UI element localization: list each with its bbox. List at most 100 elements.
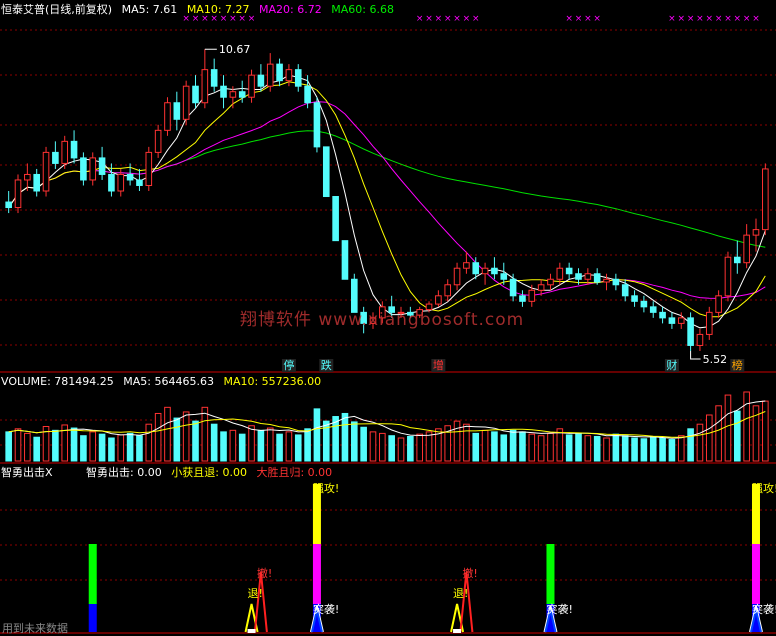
volume-bar xyxy=(425,431,433,462)
event-marker-1: 跌 xyxy=(321,358,332,372)
volume-bar xyxy=(762,400,769,462)
volume-bar xyxy=(257,429,265,462)
candle-body xyxy=(743,234,750,264)
volume-bar xyxy=(715,405,722,462)
volume-bar xyxy=(519,431,526,462)
volume-bar xyxy=(126,432,134,462)
signal-bar xyxy=(88,604,97,632)
signal-label: 退! xyxy=(453,587,468,600)
limit-marker: × xyxy=(593,14,601,24)
volume-bar xyxy=(416,433,423,462)
indicator-value-3: 大胜且归: 0.00 xyxy=(256,466,333,479)
stock-title: 恒泰艾普(日线,前复权) xyxy=(1,3,113,16)
signal-label: 强攻! xyxy=(313,481,339,495)
volume-bar xyxy=(341,412,349,462)
volume-ma5-value: MA5: 564465.63 xyxy=(123,375,214,388)
candle-body xyxy=(528,289,536,302)
candle-body xyxy=(136,179,143,186)
signal-bar xyxy=(751,544,760,604)
signal-label: 突袭! xyxy=(752,602,776,616)
signal-bar xyxy=(546,544,555,604)
candle-body xyxy=(98,157,106,175)
limit-marker: × xyxy=(752,14,760,24)
candle-body xyxy=(640,300,648,308)
volume-bar xyxy=(117,434,125,462)
candle-body xyxy=(603,278,610,283)
limit-marker: × xyxy=(715,14,723,24)
indicator-value-2: 小获且退: 0.00 xyxy=(171,466,247,479)
candle-body xyxy=(24,173,31,181)
candle-body xyxy=(724,256,732,297)
limit-marker: × xyxy=(453,14,461,24)
candle-body xyxy=(220,85,227,98)
volume-bar xyxy=(734,410,741,462)
volume-bar xyxy=(547,432,554,462)
volume-bar xyxy=(397,437,405,462)
volume-bar xyxy=(108,437,115,462)
candle-body xyxy=(89,157,97,181)
volume-bar xyxy=(52,429,59,462)
signal-label: 退! xyxy=(248,587,263,600)
volume-bar xyxy=(145,423,153,462)
volume-bar xyxy=(556,428,564,462)
candle-body xyxy=(276,63,283,82)
candle-body xyxy=(117,173,125,192)
limit-marker: × xyxy=(575,14,583,24)
volume-bar xyxy=(276,433,283,462)
limit-marker: × xyxy=(696,14,704,24)
volume-bar xyxy=(70,427,78,462)
volume-bar xyxy=(351,421,358,462)
volume-bar xyxy=(584,435,592,462)
candle-body xyxy=(668,317,676,324)
volume-bar xyxy=(537,435,545,462)
volume-bar xyxy=(369,431,377,462)
volume-bar xyxy=(603,437,610,462)
limit-marker: × xyxy=(565,14,573,24)
candle-body xyxy=(80,157,87,181)
candle-body xyxy=(705,311,713,335)
candle-body xyxy=(238,91,246,98)
limit-marker: × xyxy=(668,14,676,24)
volume-bar xyxy=(201,406,209,462)
candle-body xyxy=(659,311,666,319)
volume-bar xyxy=(621,435,629,462)
ma5-value: MA5: 7.61 xyxy=(121,3,178,16)
volume-header: VOLUME: 781494.25 MA5: 564465.63 MA10: 5… xyxy=(1,375,327,389)
candle-body xyxy=(341,240,349,280)
volume-bar xyxy=(294,434,302,462)
signal-bar xyxy=(88,544,97,604)
volume-bar xyxy=(238,433,246,462)
ma60-value: MA60: 6.68 xyxy=(331,3,394,16)
volume-bar xyxy=(659,437,666,462)
limit-marker: × xyxy=(425,14,433,24)
candle-body xyxy=(61,140,69,164)
volume-bar xyxy=(24,432,31,462)
volume-bar xyxy=(173,417,181,462)
volume-bar xyxy=(743,391,750,462)
indicator-name: 智勇出击X xyxy=(1,466,53,479)
volume-bar xyxy=(453,420,461,462)
volume-bar xyxy=(724,394,732,462)
candle-body xyxy=(108,173,115,192)
volume-bar xyxy=(407,435,414,462)
volume-bar xyxy=(481,429,489,462)
limit-marker: × xyxy=(472,14,480,24)
candle-body xyxy=(649,306,657,313)
event-marker-4: 榜 xyxy=(732,358,743,372)
volume-bar xyxy=(509,429,517,462)
limit-marker: × xyxy=(734,14,742,24)
limit-marker: × xyxy=(706,14,714,24)
candle-body xyxy=(304,85,311,104)
volume-bar xyxy=(612,433,620,462)
volume-bar xyxy=(5,431,12,462)
price-header: 恒泰艾普(日线,前复权) MA5: 7.61 MA10: 7.27 MA20: … xyxy=(1,3,400,17)
candle-body xyxy=(547,278,554,286)
volume-bar xyxy=(668,439,676,462)
limit-marker: × xyxy=(463,14,471,24)
candle-body xyxy=(257,74,265,87)
volume-bar xyxy=(472,432,480,462)
volume-bar xyxy=(360,426,367,462)
candle-body xyxy=(500,273,508,280)
volume-bar xyxy=(266,427,274,462)
future-data-note: 用到未来数据 xyxy=(2,622,68,635)
